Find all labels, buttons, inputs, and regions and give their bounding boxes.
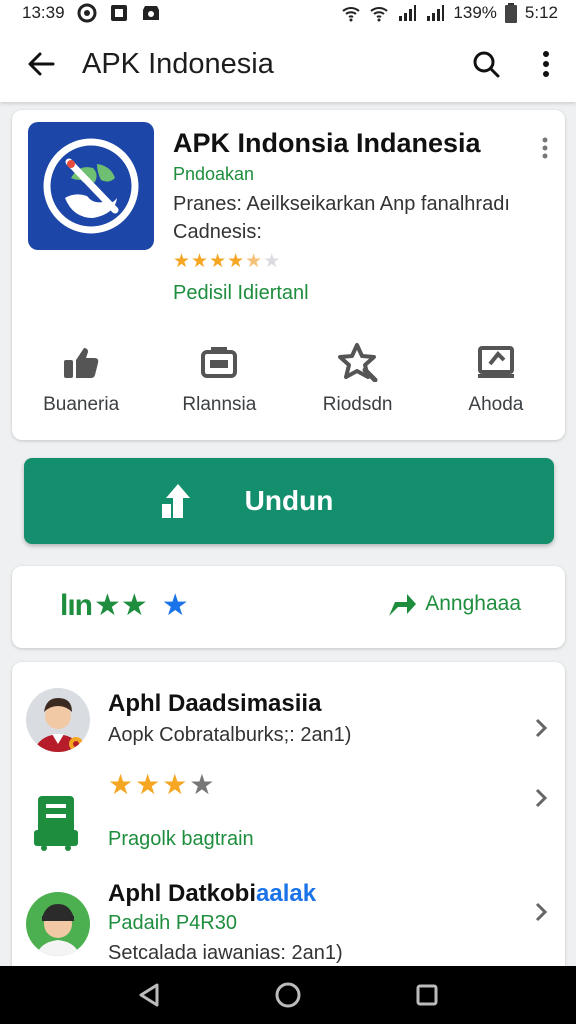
action-label: Ahoda	[468, 394, 524, 415]
list-item[interactable]: Aphl Daadsimasiia Aopk Cobratalburks;: 2…	[12, 684, 565, 764]
app-status: Pedisil Idiertanl	[173, 282, 309, 304]
nav-back-button[interactable]	[129, 975, 169, 1015]
list-item[interactable]: ★★★★ Pragolk bagtrain	[12, 768, 565, 858]
square-recents-icon	[416, 984, 438, 1006]
list-item-title: Aphl Datkobiaalak	[108, 880, 316, 908]
app-card-menu-button[interactable]	[535, 134, 555, 162]
rating-link-label: Annghaaa	[425, 592, 521, 615]
more-vert-icon	[542, 137, 548, 159]
list-item-title: Aphl Daadsimasiia	[108, 690, 322, 717]
back-button[interactable]	[0, 26, 82, 102]
app-notification-icon	[142, 6, 159, 20]
wallet-icon	[197, 342, 241, 382]
rating-label: lın	[60, 588, 93, 622]
half-star-icon: ★	[245, 251, 264, 272]
screen-icon	[474, 342, 518, 382]
blue-star-icon: ★	[161, 589, 189, 622]
search-button[interactable]	[456, 26, 516, 102]
app-developer[interactable]: Pndoakan	[173, 164, 254, 185]
status-time-left: 13:39	[22, 3, 65, 22]
install-button-label: Undun	[244, 485, 334, 516]
battery-icon	[504, 3, 517, 23]
nav-home-button[interactable]	[268, 975, 308, 1015]
list-item-title-main: Aphl Datkobi	[108, 880, 256, 907]
status-bar: 13:39 139% 5:12	[0, 0, 576, 26]
share-icon	[59, 342, 103, 382]
list-item-subtitle: Aopk Cobratalburks;: 2an1)	[108, 724, 352, 746]
rating-card: lın ★★ ★ Annghaaa	[12, 566, 565, 648]
app-description: Pranes: Aeilkseikarkan Anp fanalhradı Ca…	[173, 190, 533, 246]
avatar	[26, 688, 90, 752]
app-description-line1: Pranes: Aeilkseikarkan Anp fanalhradı	[173, 193, 510, 215]
download-arrow-icon	[162, 484, 190, 518]
wifi-icon-2	[370, 7, 389, 22]
chevron-right-icon	[531, 898, 551, 926]
star-icon: ★★★★	[173, 251, 246, 272]
app-logo-icon	[28, 122, 154, 250]
list-item-title-highlight: aalak	[256, 880, 317, 907]
nav-recents-button[interactable]	[407, 975, 447, 1015]
system-nav-bar	[0, 966, 576, 1024]
avatar	[26, 892, 90, 956]
list-item-status: Pragolk bagtrain	[108, 828, 254, 850]
chevron-right-icon	[531, 784, 551, 812]
app-actions: Buaneria Rlannsia Riodsdn Ahoda	[12, 342, 565, 422]
more-vert-icon	[543, 51, 549, 77]
related-list: Aphl Daadsimasiia Aopk Cobratalburks;: 2…	[12, 662, 565, 1002]
page-title: APK Indonesia	[82, 47, 274, 80]
app-store-icon	[34, 796, 82, 852]
action-label: Buaneria	[43, 394, 120, 415]
photo-notification-icon	[110, 5, 127, 21]
action-rlannsia[interactable]: Rlannsia	[150, 342, 288, 422]
list-item-price: Padaih P4R30	[108, 912, 237, 934]
list-item[interactable]: Aphl Datkobiaalak Padaih P4R30 Setcalada…	[12, 872, 565, 972]
empty-star-icon: ★	[189, 769, 217, 800]
arrow-left-icon	[28, 52, 55, 76]
app-toolbar: APK Indonesia	[0, 26, 576, 102]
app-description-line2: Cadnesis:	[173, 221, 262, 243]
action-ahoda[interactable]: Ahoda	[427, 342, 565, 422]
signal-icon-2	[427, 5, 445, 21]
signal-icon	[399, 5, 417, 21]
notification-icon	[77, 3, 97, 23]
send-arrow-icon	[389, 594, 417, 616]
install-button[interactable]: Undun	[24, 458, 554, 544]
list-item-stars: ★★★★	[108, 768, 216, 801]
rating-summary[interactable]: lın ★★ ★	[60, 588, 189, 623]
action-riodsdn[interactable]: Riodsdn	[289, 342, 427, 422]
list-item-subtitle: Setcalada iawanias: 2an1)	[108, 942, 343, 964]
rating-link[interactable]: Annghaaa	[387, 590, 521, 618]
app-name: APK Indonsia Indanesia	[173, 128, 481, 158]
circle-home-icon	[275, 982, 301, 1008]
app-details-card: APK Indonsia Indanesia Pndoakan Pranes: …	[12, 110, 565, 440]
green-star-icon: ★★	[94, 589, 148, 622]
empty-star-icon: ★	[263, 251, 282, 272]
action-label: Rlannsia	[182, 394, 257, 415]
chevron-right-icon	[531, 714, 551, 742]
search-icon	[473, 51, 500, 78]
wifi-icon	[342, 7, 361, 22]
triangle-back-icon	[139, 983, 159, 1007]
app-rating-stars: ★★★★★★	[173, 250, 281, 273]
status-time-right: 5:12	[524, 3, 558, 22]
action-buaneria[interactable]: Buaneria	[12, 342, 150, 422]
battery-percent: 139%	[453, 3, 497, 22]
overflow-menu-button[interactable]	[516, 26, 576, 102]
star-icon: ★★★	[108, 769, 190, 800]
action-label: Riodsdn	[322, 394, 393, 415]
star-badge-icon	[336, 342, 380, 382]
